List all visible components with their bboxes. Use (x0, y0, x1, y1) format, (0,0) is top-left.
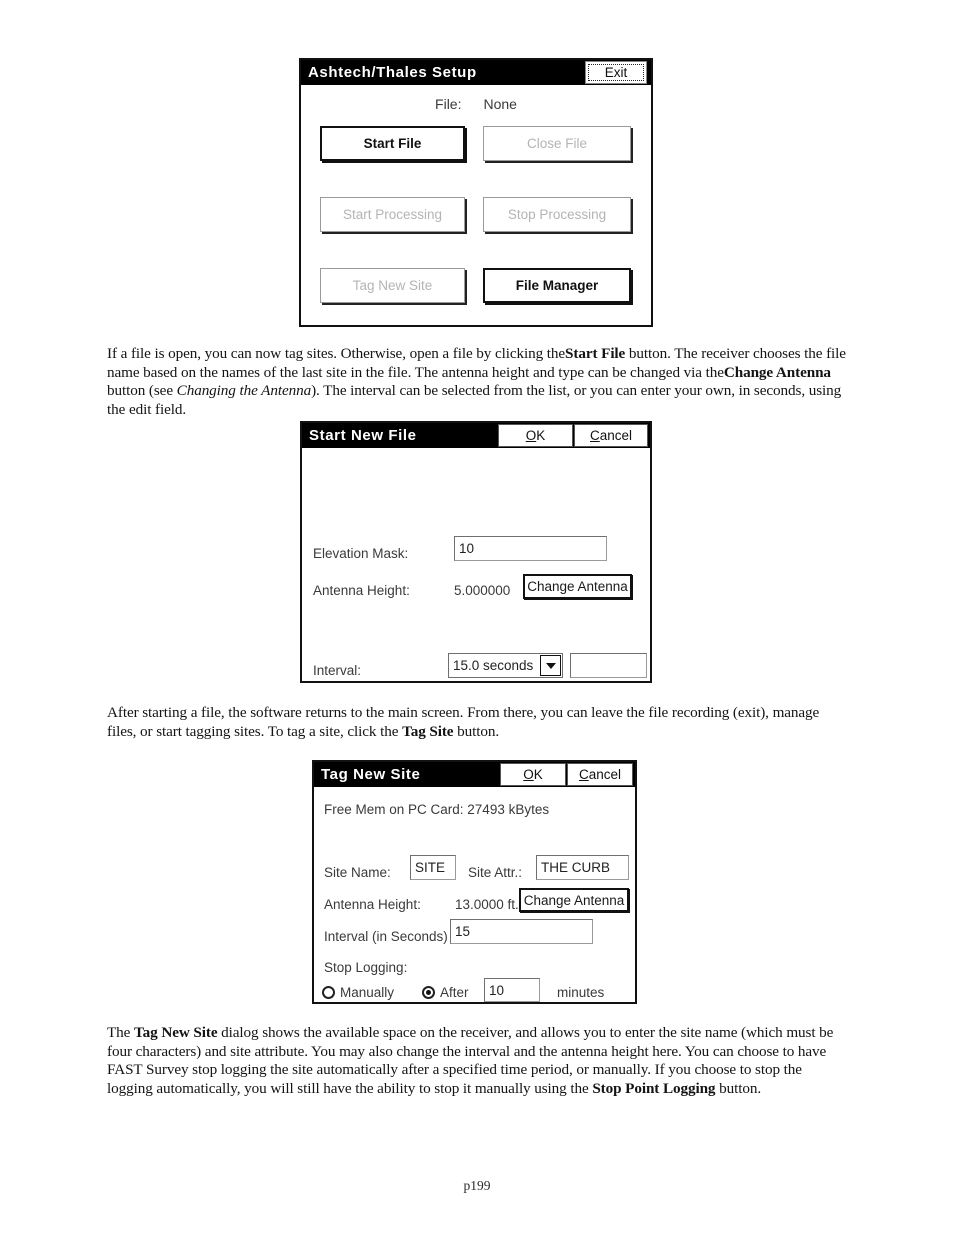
p1-run-1: If a file is open, you can now tag sites… (107, 345, 566, 362)
dialog-client-area: Free Mem on PC Card: 27493 kBytes Site N… (314, 787, 635, 1002)
site-attr-input[interactable]: THE CURB (536, 855, 629, 880)
close-file-button-label: Close File (526, 136, 588, 151)
p3-stop-point-logging-bold: Stop Point Logging (592, 1079, 716, 1097)
change-antenna-button[interactable]: Change Antenna (519, 888, 629, 912)
dialog-client-area: Elevation Mask: 10 Antenna Height: 5.000… (302, 448, 650, 681)
radio-after-indicator[interactable] (422, 986, 435, 999)
free-memory-text: Free Mem on PC Card: 27493 kBytes (324, 802, 550, 817)
start-processing-button[interactable]: Start Processing (320, 197, 465, 232)
p3-tag-new-site-bold: Tag New Site (134, 1024, 218, 1041)
change-antenna-button-label: Change Antenna (527, 579, 628, 594)
cancel-button-mnemonic: C (589, 428, 600, 443)
paragraph-after-setup-dialog: If a file is open, you can now tag sites… (107, 345, 847, 419)
p3-run-1: The (107, 1024, 135, 1041)
tag-new-site-button-label: Tag New Site (352, 278, 433, 293)
site-attr-value: THE CURB (541, 860, 611, 875)
start-file-button[interactable]: Start File (320, 126, 465, 161)
p2-run-3: button. (453, 722, 500, 740)
radio-manually-indicator[interactable] (322, 986, 335, 999)
antenna-height-label: Antenna Height: (313, 583, 410, 598)
radio-manually-label: Manually (340, 985, 395, 1000)
paragraph-after-start-new-file-dialog: After starting a file, the software retu… (107, 704, 847, 741)
site-attr-label: Site Attr.: (468, 865, 523, 880)
start-file-button-label: Start File (363, 136, 422, 151)
cancel-button-mnemonic: C (578, 767, 589, 782)
p3-run-5: button. (715, 1079, 762, 1097)
radio-after[interactable]: After (422, 985, 469, 1000)
interval-label: Interval: (313, 663, 362, 678)
site-name-label: Site Name: (324, 865, 391, 880)
elevation-mask-input[interactable]: 10 (454, 536, 607, 561)
page-number: p199 (463, 1178, 491, 1193)
interval-label: Interval (in Seconds) (324, 929, 448, 944)
ok-button-mnemonic: O (525, 428, 537, 443)
antenna-height-label: Antenna Height: (324, 897, 421, 912)
antenna-height-value: 5.000000 (454, 583, 511, 598)
file-status-row: File: None (301, 97, 651, 111)
stop-processing-button[interactable]: Stop Processing (483, 197, 631, 232)
change-antenna-button[interactable]: Change Antenna (523, 574, 632, 599)
ok-button[interactable]: OK (500, 763, 566, 786)
interval-value: 15 (455, 924, 471, 939)
file-status-label: File: (435, 96, 462, 112)
file-manager-button-label: File Manager (515, 278, 599, 293)
chevron-down-icon[interactable] (540, 655, 561, 676)
dialog-title: Start New File (309, 427, 417, 444)
cancel-button-label: ancel (588, 767, 622, 782)
elevation-mask-value: 10 (459, 541, 475, 556)
dialog-title: Tag New Site (321, 766, 421, 783)
p1-start-file-bold: Start File (565, 345, 626, 362)
p1-changing-the-antenna-italic: Changing the Antenna (176, 382, 312, 400)
dialog-titlebar: Tag New Site OK Cancel (314, 762, 635, 787)
site-name-value: SITE (415, 860, 446, 875)
p1-run-5: button (see (107, 382, 177, 400)
interval-input[interactable]: 15 (450, 919, 593, 944)
ok-button-label: K (536, 428, 546, 443)
cancel-button-label: ancel (599, 428, 633, 443)
stop-processing-button-label: Stop Processing (507, 207, 607, 222)
start-processing-button-label: Start Processing (342, 207, 443, 222)
paragraph-after-tag-new-site-dialog: The Tag New Site dialog shows the availa… (107, 1024, 847, 1098)
interval-selected-value: 15.0 seconds (453, 658, 534, 673)
after-minutes-value: 10 (489, 982, 505, 998)
site-name-input[interactable]: SITE (410, 855, 456, 880)
p2-tag-site-bold: Tag Site (402, 722, 454, 740)
dialog-titlebar: Ashtech/Thales Setup Exit (301, 60, 651, 85)
file-manager-button[interactable]: File Manager (483, 268, 631, 303)
file-status-value: None (483, 96, 517, 112)
cancel-button[interactable]: Cancel (567, 763, 633, 786)
radio-manually[interactable]: Manually (322, 985, 394, 1000)
stop-logging-label: Stop Logging: (324, 960, 408, 975)
tag-new-site-dialog: Tag New Site OK Cancel Free Mem on PC Ca… (312, 760, 637, 1004)
tag-new-site-button[interactable]: Tag New Site (320, 268, 465, 303)
minutes-label: minutes (557, 985, 605, 1000)
ok-button[interactable]: OK (498, 424, 573, 447)
after-minutes-input[interactable]: 10 (484, 978, 540, 1002)
dialog-titlebar: Start New File OK Cancel (302, 423, 650, 448)
antenna-height-value: 13.0000 ft. (455, 897, 519, 912)
p1-change-antenna-bold: Change Antenna (723, 363, 831, 381)
interval-custom-input[interactable] (570, 653, 647, 678)
cancel-button[interactable]: Cancel (574, 424, 648, 447)
dialog-client-area: File: None Start File Close File Start P… (301, 85, 651, 325)
interval-combobox[interactable]: 15.0 seconds (448, 653, 563, 678)
ok-button-mnemonic: O (523, 767, 534, 782)
close-file-button[interactable]: Close File (483, 126, 631, 161)
radio-after-label: After (440, 985, 469, 1000)
ok-button-label: K (533, 767, 543, 782)
elevation-mask-label: Elevation Mask: (313, 546, 409, 561)
exit-button[interactable]: Exit (585, 61, 647, 84)
change-antenna-button-label: Change Antenna (523, 892, 625, 908)
dialog-title: Ashtech/Thales Setup (308, 64, 477, 81)
ashtech-thales-setup-dialog: Ashtech/Thales Setup Exit File: None Sta… (299, 58, 653, 327)
exit-button-label: Exit (604, 65, 628, 80)
start-new-file-dialog: Start New File OK Cancel Elevation Mask:… (300, 421, 652, 683)
